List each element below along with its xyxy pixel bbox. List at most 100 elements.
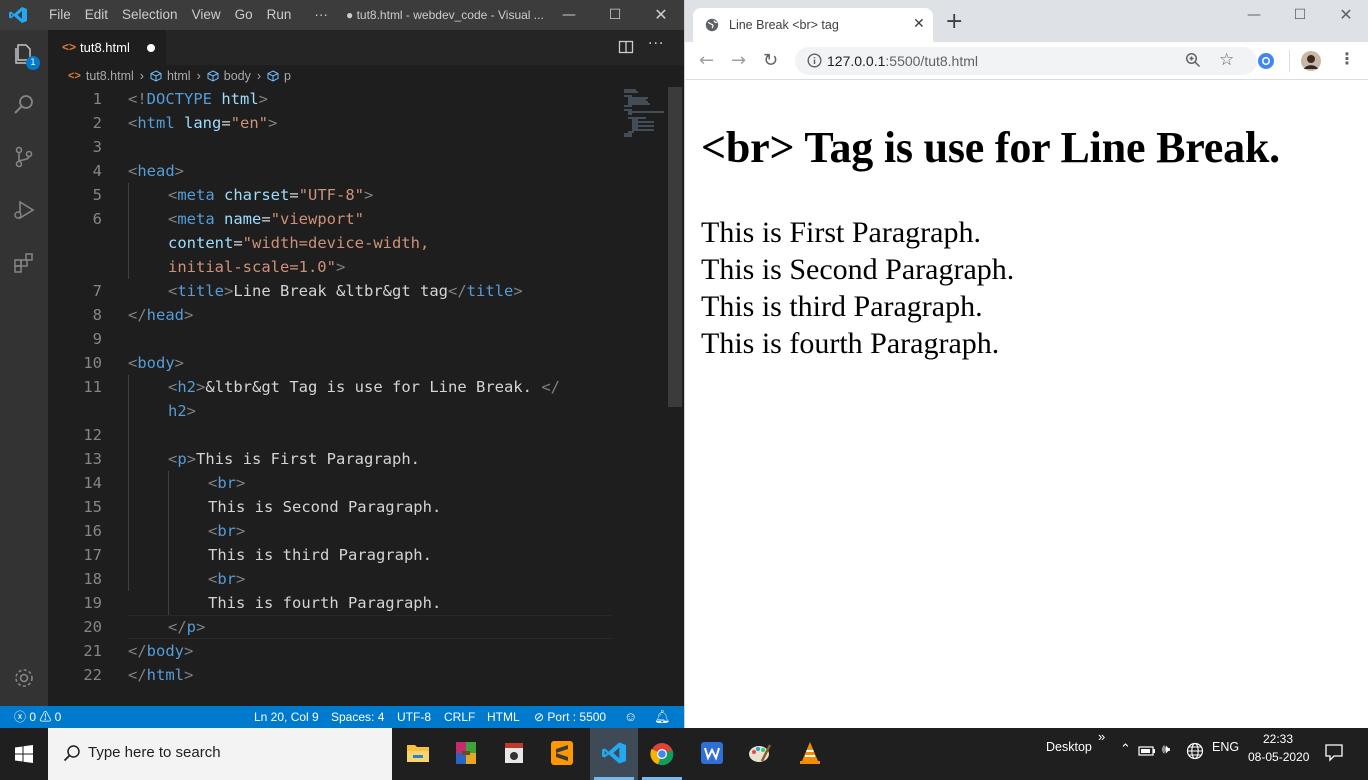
more-actions-icon[interactable]: ··· [648, 36, 664, 52]
taskbar-app-media[interactable] [490, 728, 538, 780]
tab-tut8-html[interactable]: <> tut8.html [48, 30, 166, 65]
taskbar-app-vscode[interactable] [590, 728, 638, 780]
maximize-icon[interactable]: ☐ [1277, 0, 1323, 30]
taskbar-app-sublime-text[interactable] [538, 728, 586, 780]
line-ending[interactable]: CRLF [444, 706, 475, 728]
live-server-port[interactable]: ⊘ Port : 5500 [534, 706, 606, 728]
menu-run[interactable]: Run [260, 0, 299, 30]
code-token: = [289, 186, 299, 204]
problems-indicator[interactable]: ⓧ 0 ⚠ 0 [14, 706, 61, 728]
reload-icon[interactable]: ↻ [763, 50, 778, 71]
profile-avatar[interactable] [1301, 51, 1321, 71]
battery-icon[interactable] [1138, 743, 1156, 759]
taskbar-app-paint[interactable] [736, 728, 784, 780]
split-editor-icon[interactable] [618, 39, 634, 55]
close-icon[interactable]: ✕ [638, 0, 684, 30]
encoding[interactable]: UTF-8 [397, 706, 431, 728]
desktop-toolbar[interactable]: Desktop [1046, 740, 1092, 754]
address-bar[interactable]: 127.0.0.1:5500/tut8.html ☆ [795, 47, 1257, 75]
code-token: < [168, 450, 178, 468]
close-tab-icon[interactable]: ✕ [913, 15, 925, 32]
extensions-button[interactable] [0, 239, 48, 287]
breadcrumb-html[interactable]: html [150, 69, 191, 83]
language-mode[interactable]: HTML [487, 706, 520, 728]
forward-arrow-icon[interactable]: → [731, 50, 746, 71]
menu-go[interactable]: Go [228, 0, 260, 30]
taskbar-app-chrome[interactable] [638, 728, 686, 780]
taskbar-app-winrar[interactable] [442, 728, 490, 780]
start-button[interactable] [0, 728, 48, 780]
code-line: initial-scale=1.0"> [168, 255, 345, 279]
code-line: content="width=device-width, [168, 231, 429, 255]
vscode-window: File Edit Selection View Go Run ··· ● tu… [0, 0, 684, 728]
search-icon [63, 745, 80, 762]
minimap[interactable] [620, 87, 668, 706]
code-line: <title>Line Break &ltbr&gt tag</title> [168, 279, 523, 303]
scrollbar-thumb[interactable] [668, 87, 682, 407]
explorer-button[interactable]: 1 [0, 30, 48, 78]
code-token: > [513, 282, 523, 300]
indentation[interactable]: Spaces: 4 [331, 706, 384, 728]
code-line: <br> [208, 567, 245, 591]
editor-scrollbar[interactable] [668, 87, 684, 706]
clock-date[interactable]: 08-05-2020 [1248, 750, 1309, 764]
search-button[interactable] [0, 80, 48, 128]
feedback-icon[interactable]: ☺ [624, 706, 637, 728]
unsaved-dot-icon[interactable] [147, 44, 155, 52]
manage-button[interactable] [0, 654, 48, 702]
run-debug-button[interactable] [0, 186, 48, 234]
taskbar-app-vlc[interactable] [786, 728, 834, 780]
code-token: </ [448, 282, 467, 300]
cursor-position[interactable]: Ln 20, Col 9 [254, 706, 319, 728]
breadcrumb-file[interactable]: <> tut8.html [68, 69, 134, 83]
extension-icon[interactable] [1257, 52, 1275, 70]
minimize-icon[interactable]: — [1231, 0, 1277, 30]
menu-file[interactable]: File [42, 0, 78, 30]
maximize-icon[interactable]: ☐ [592, 0, 638, 30]
action-center-icon[interactable] [1324, 742, 1344, 762]
close-icon[interactable]: ✕ [1323, 0, 1368, 30]
volume-icon[interactable]: 🕪︎ [1162, 741, 1170, 757]
code-token: DOCTYPE [146, 90, 212, 108]
code-token: h2 [177, 378, 197, 396]
chevron-right-icon: › [196, 69, 201, 83]
toolbar-expand-icon[interactable]: » [1098, 729, 1105, 744]
taskbar-app-writer[interactable] [688, 728, 736, 780]
browser-tab[interactable]: Line Break <br> tag ✕ [693, 8, 933, 42]
code-line: <meta charset="UTF-8"> [168, 183, 373, 207]
clock-time[interactable]: 22:33 [1263, 732, 1293, 746]
info-icon[interactable] [807, 53, 822, 68]
menu-selection[interactable]: Selection [115, 0, 185, 30]
element-icon [267, 70, 279, 82]
menu-more[interactable]: ··· [298, 0, 335, 30]
taskbar-app-file-explorer[interactable] [394, 728, 442, 780]
zoom-icon[interactable] [1185, 52, 1201, 68]
new-tab-icon[interactable]: + [945, 11, 963, 33]
html-file-icon: <> [68, 70, 81, 82]
menu-bar: File Edit Selection View Go Run ··· [42, 0, 335, 30]
tab-title: Line Break <br> tag [729, 18, 839, 32]
chevron-up-icon[interactable]: ⌃ [1120, 741, 1131, 757]
vlc-icon [800, 742, 820, 764]
source-control-button[interactable] [0, 133, 48, 181]
file-explorer-icon [407, 745, 429, 762]
network-globe-icon[interactable] [1186, 742, 1204, 760]
bookmark-star-icon[interactable]: ☆ [1219, 50, 1234, 70]
code-editor[interactable]: 1 <!DOCTYPE html> 2 <html lang="en"> 3 4 <head… [48, 87, 668, 706]
editor-tabs: <> tut8.html ··· [48, 30, 684, 65]
code-line: <body> [128, 351, 184, 375]
notifications-icon[interactable]: 🔔︎ [654, 706, 671, 728]
minimize-icon[interactable]: — [546, 0, 592, 30]
taskbar-search[interactable]: Type here to search [48, 728, 392, 780]
code-token: < [128, 354, 138, 372]
tab-label: tut8.html [80, 40, 130, 55]
code-token: </ [168, 618, 187, 636]
menu-edit[interactable]: Edit [78, 0, 115, 30]
kebab-menu-icon[interactable]: ⋮ [1339, 49, 1355, 68]
breadcrumb-p[interactable]: p [267, 69, 291, 83]
chevron-right-icon: › [256, 69, 262, 83]
breadcrumb-body[interactable]: body [207, 69, 251, 83]
input-language[interactable]: ENG [1212, 740, 1239, 754]
back-arrow-icon[interactable]: ← [699, 50, 714, 71]
menu-view[interactable]: View [185, 0, 228, 30]
